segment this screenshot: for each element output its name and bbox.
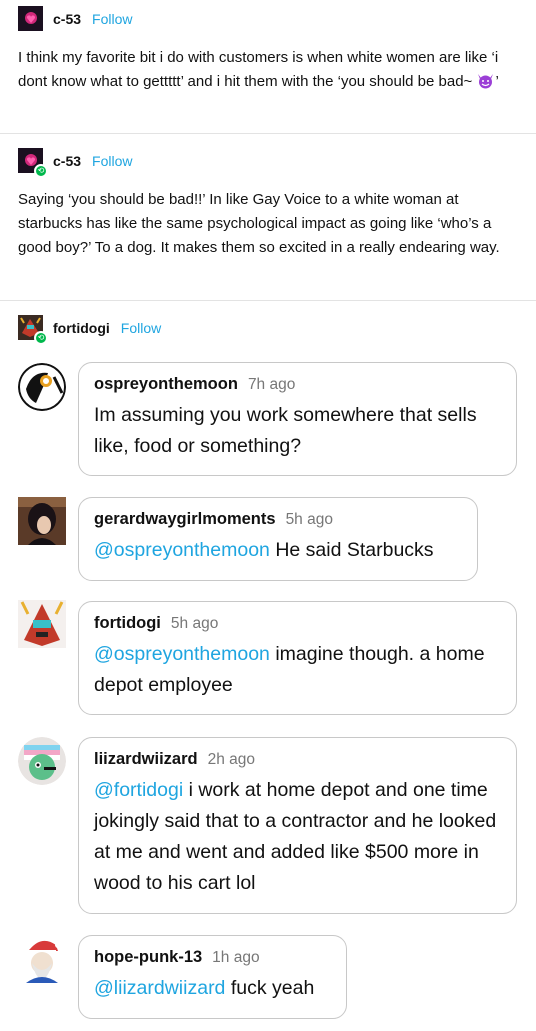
post-header: ⟲ c-53 Follow: [18, 148, 133, 178]
post-username[interactable]: c-53: [53, 11, 81, 27]
avatar[interactable]: [18, 737, 66, 785]
comment-timestamp: 1h ago: [212, 949, 260, 966]
divider: [0, 300, 536, 301]
avatar[interactable]: [18, 600, 66, 648]
avatar[interactable]: [18, 935, 66, 983]
follow-button[interactable]: Follow: [92, 153, 132, 169]
comment-username[interactable]: hope-punk-13: [94, 948, 202, 967]
comment-username[interactable]: ospreyonthemoon: [94, 375, 238, 394]
comment-bubble: ospreyonthemoon 7h ago Im assuming you wo…: [78, 362, 517, 476]
comment-text: @fortidogi i work at home depot and one …: [94, 779, 497, 894]
avatar[interactable]: [18, 363, 66, 411]
comment-bubble: gerardwaygirlmoments 5h ago @ospreyonthem…: [78, 497, 478, 581]
comment-username[interactable]: liizardwiizard: [94, 750, 198, 769]
divider: [0, 133, 536, 134]
comment-timestamp: 5h ago: [285, 511, 333, 528]
avatar[interactable]: [18, 497, 66, 545]
mention-link[interactable]: @liizardwiizard: [94, 977, 225, 999]
post-text: I think my favorite bit i do with custom…: [18, 49, 499, 90]
comment-username[interactable]: gerardwaygirlmoments: [94, 510, 276, 529]
follow-button[interactable]: Follow: [121, 320, 161, 336]
comment-timestamp: 5h ago: [170, 615, 219, 632]
comment-text: @ospreyonthemoon He said Starbucks: [94, 539, 434, 561]
mention-link[interactable]: @fortidogi: [94, 779, 183, 801]
comment-timestamp: 2h ago: [207, 751, 256, 768]
comment-text: @ospreyonthemoon imagine though. a home …: [94, 643, 485, 696]
comment-bubble: hope-punk-13 1h ago @liizardwiizard fuck …: [78, 935, 347, 1019]
post-username[interactable]: fortidogi: [53, 320, 110, 336]
comment-text: Im assuming you work somewhere that sell…: [94, 404, 477, 457]
smiling-devil-emoji-icon: [478, 74, 494, 89]
comment-timestamp: 7h ago: [247, 376, 296, 393]
post-username[interactable]: c-53: [53, 153, 81, 169]
post-text: Saying ‘you should be bad!!’ In like Gay…: [18, 191, 500, 256]
reblog-icon: ⟲: [34, 331, 48, 345]
comment-bubble: fortidogi 5h ago @ospreyonthemoon imagine…: [78, 601, 517, 715]
comment-text: @liizardwiizard fuck yeah: [94, 977, 315, 999]
post-header: c-53 Follow: [18, 6, 133, 31]
mention-link[interactable]: @ospreyonthemoon: [94, 643, 270, 665]
avatar[interactable]: ⟲: [18, 148, 48, 178]
avatar[interactable]: [18, 6, 43, 31]
follow-button[interactable]: Follow: [92, 11, 132, 27]
mention-link[interactable]: @ospreyonthemoon: [94, 539, 270, 561]
avatar[interactable]: ⟲: [18, 315, 48, 345]
reblog-icon: ⟲: [34, 164, 48, 178]
comment-bubble: liizardwiizard 2h ago @fortidogi i work a…: [78, 737, 517, 914]
comment-username[interactable]: fortidogi: [94, 614, 161, 633]
post-header: ⟲ fortidogi Follow: [18, 315, 161, 345]
